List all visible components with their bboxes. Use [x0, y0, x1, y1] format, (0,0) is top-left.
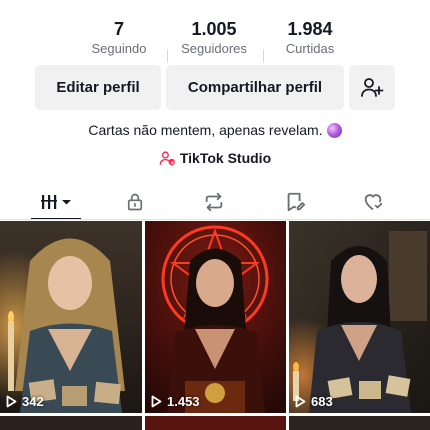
tab-favorites[interactable]: [274, 183, 316, 220]
tab-reposts[interactable]: [193, 183, 235, 220]
following-label: Seguindo: [91, 41, 147, 56]
view-count: 683: [295, 394, 333, 409]
profile-bio: Cartas não mentem, apenas revelam.: [0, 122, 430, 138]
tarot-reader-portrait-2: [145, 221, 286, 413]
heart-icon: [364, 193, 383, 210]
lock-icon: [127, 193, 143, 210]
tab-private[interactable]: [114, 183, 156, 220]
likes-label: Curtidas: [285, 41, 335, 56]
studio-label: TikTok Studio: [179, 150, 272, 166]
video-thumbnail-partial[interactable]: [0, 416, 142, 430]
play-icon: [6, 395, 17, 408]
bio-text: Cartas não mentem, apenas revelam.: [88, 122, 323, 138]
tabs-divider: [0, 219, 430, 220]
video-thumbnail[interactable]: 683: [289, 221, 430, 413]
tab-videos[interactable]: [31, 183, 81, 220]
followers-count: 1.005: [191, 19, 237, 39]
view-count-text: 342: [22, 394, 44, 409]
video-grid: 342 1.453 683: [0, 221, 430, 430]
view-count: 1.453: [151, 394, 200, 409]
likes-count: 1.984: [287, 19, 333, 39]
username-peek: [0, 0, 430, 3]
profile-tabs: [0, 183, 430, 220]
stat-likes[interactable]: 1.984 Curtidas: [260, 18, 360, 58]
studio-person-icon: [159, 150, 175, 165]
view-count-text: 683: [311, 394, 333, 409]
add-friend-icon: [361, 77, 384, 97]
view-count: 342: [6, 394, 44, 409]
tarot-reader-portrait-1: [0, 221, 142, 413]
grid-bars-icon: [41, 194, 71, 209]
play-icon: [295, 395, 306, 408]
repost-icon: [205, 192, 223, 211]
profile-stats: 7 Seguindo 1.005 Seguidores 1.984 Curtid…: [0, 18, 430, 63]
play-icon: [151, 395, 162, 408]
video-thumbnail[interactable]: 342: [0, 221, 142, 413]
video-thumbnail[interactable]: 1.453: [145, 221, 286, 413]
video-thumbnail-partial[interactable]: [145, 416, 286, 430]
tarot-reader-portrait-3: [289, 221, 430, 413]
stat-followers[interactable]: 1.005 Seguidores: [164, 18, 264, 58]
stat-following[interactable]: 7 Seguindo: [69, 18, 169, 58]
share-profile-button[interactable]: Compartilhar perfil: [166, 65, 344, 110]
add-friend-button[interactable]: [349, 65, 395, 110]
video-thumbnail-partial[interactable]: [289, 416, 430, 430]
tab-liked[interactable]: [352, 183, 394, 220]
tiktok-studio-link[interactable]: TikTok Studio: [0, 148, 430, 168]
bookmark-icon: [287, 192, 306, 211]
profile-actions: Editar perfil Compartilhar perfil: [0, 65, 430, 110]
edit-profile-button[interactable]: Editar perfil: [35, 65, 161, 110]
followers-label: Seguidores: [181, 41, 247, 56]
view-count-text: 1.453: [167, 394, 200, 409]
following-count: 7: [113, 19, 124, 39]
crystal-ball-icon: [326, 123, 342, 138]
